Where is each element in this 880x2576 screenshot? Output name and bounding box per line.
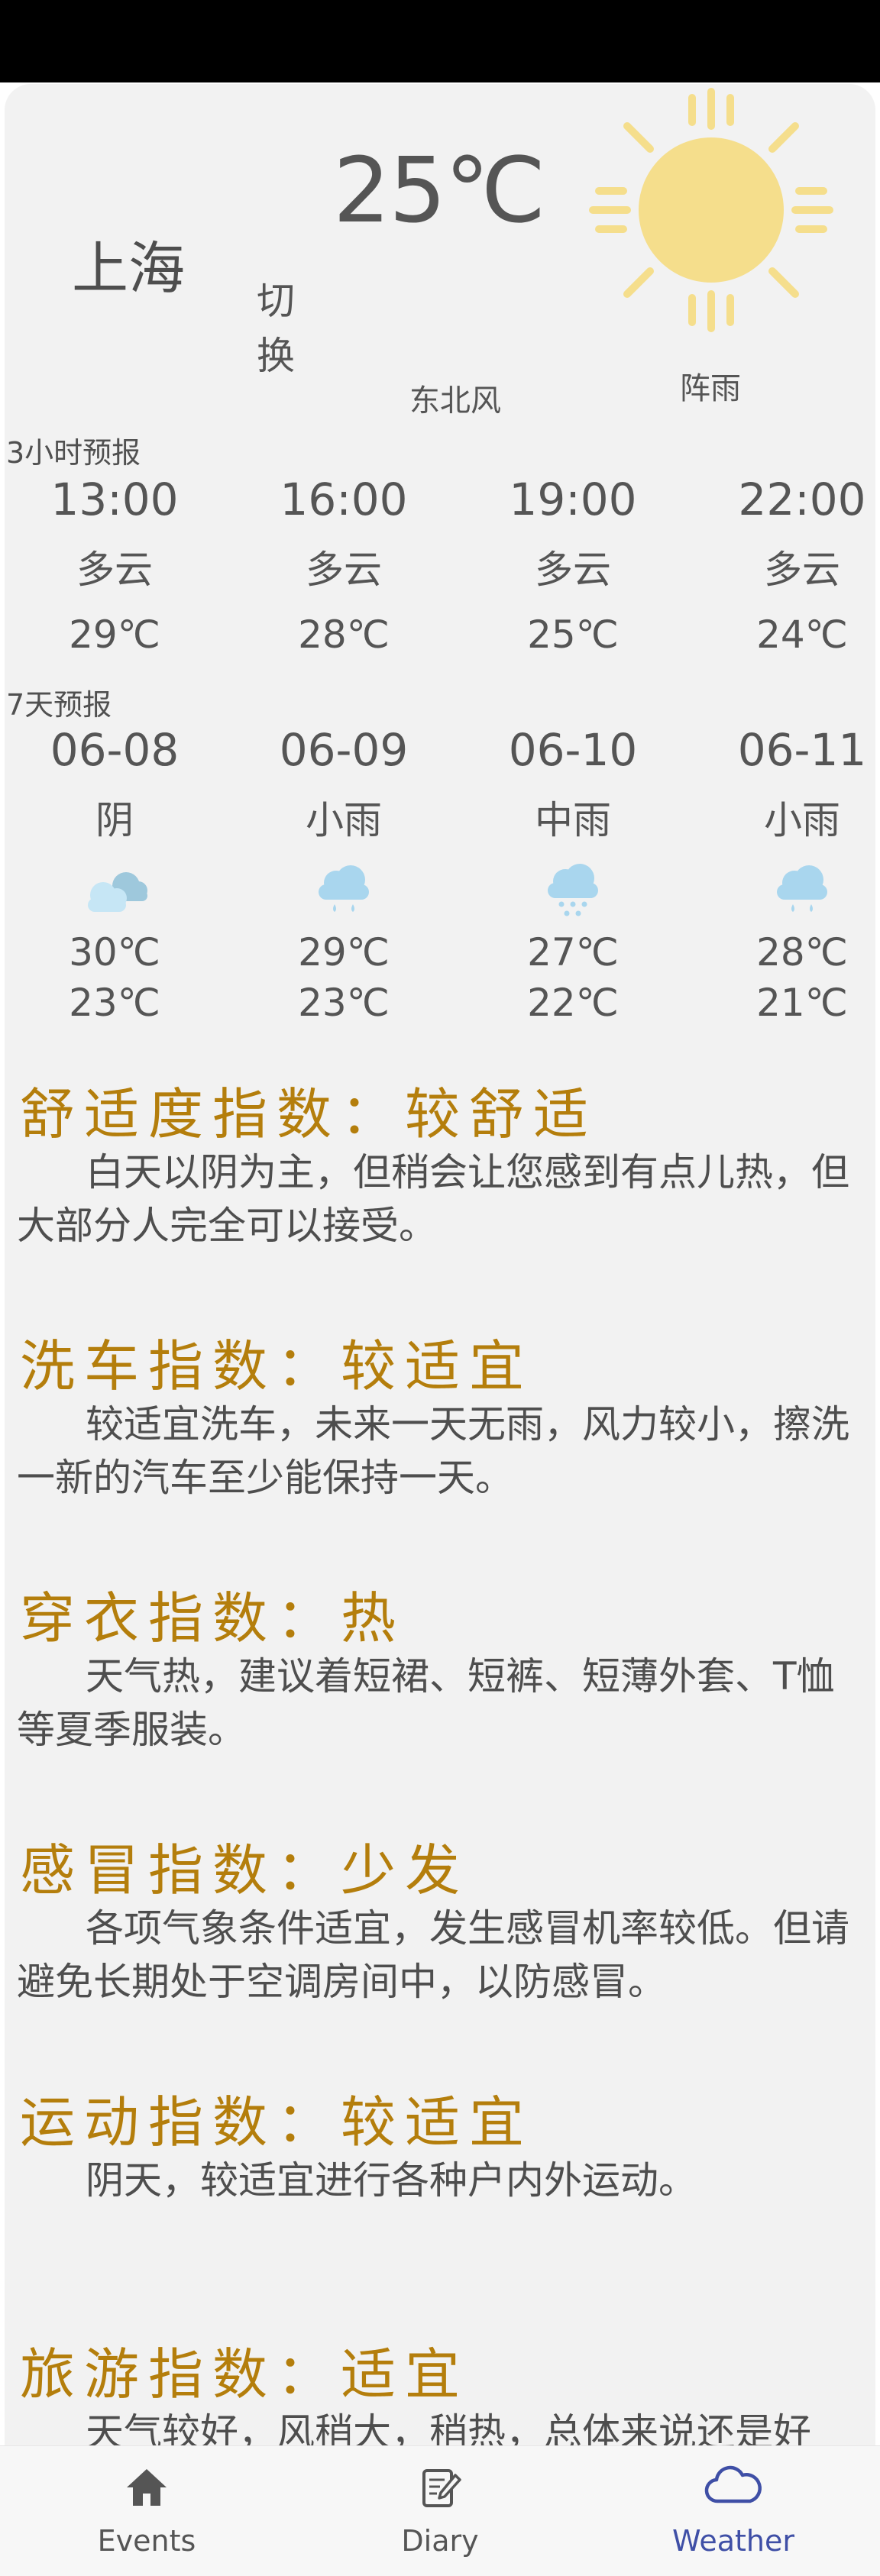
nav-item-events[interactable]: Events: [0, 2446, 293, 2576]
hourly-temp: 25℃: [527, 612, 619, 657]
daily-low: 23℃: [69, 981, 160, 1025]
daily-forecast-label: 7天预报: [6, 688, 112, 722]
nav-label-events: Events: [97, 2524, 196, 2558]
bottom-navigation: Events Diary Weather: [0, 2445, 880, 2576]
daily-date: 06-11: [737, 724, 867, 776]
current-temperature: 25℃: [333, 137, 546, 243]
index-title-car-wash: 洗车指数：较适宜: [20, 1334, 534, 1398]
hourly-item: 22:00 多云 24℃: [707, 474, 875, 657]
daily-low: 21℃: [756, 981, 848, 1025]
hourly-desc: 多云: [306, 548, 382, 592]
index-title-comfort: 舒适度指数：较舒适: [20, 1082, 598, 1146]
hourly-time: 22:00: [738, 474, 866, 525]
light-rain-icon: [319, 865, 369, 912]
city-name: 上海: [72, 236, 185, 302]
index-title-dressing: 穿衣指数：热: [20, 1586, 406, 1650]
daily-high: 27℃: [527, 930, 619, 974]
wind-direction: 东北风: [409, 383, 501, 419]
daily-desc: 阴: [95, 798, 134, 842]
status-bar: [0, 0, 880, 82]
index-body-dressing: 天气热，建议着短裙、短裤、短薄外套、T恤等夏季服装。: [17, 1654, 835, 1752]
hourly-item: 16:00 多云 28℃: [248, 474, 439, 657]
daily-desc: 中雨: [535, 798, 611, 842]
hourly-temp: 28℃: [298, 612, 390, 657]
hourly-temp: 24℃: [756, 612, 848, 657]
daily-low: 22℃: [527, 981, 619, 1025]
hourly-time: 13:00: [50, 474, 179, 525]
index-body-comfort: 白天以阴为主，但稍会让您感到有点儿热，但大部分人完全可以接受。: [17, 1150, 849, 1248]
index-title-cold: 感冒指数：少发: [20, 1838, 470, 1902]
daily-item: 06-09 小雨 29℃ 23℃: [248, 724, 439, 1025]
nav-item-diary[interactable]: Diary: [293, 2446, 587, 2576]
cloud-icon: [704, 2465, 762, 2503]
switch-city-button[interactable]: 切换: [249, 273, 302, 383]
hourly-temp: 29℃: [69, 612, 160, 657]
moderate-rain-icon: [548, 864, 598, 916]
daily-date: 06-08: [50, 724, 180, 776]
daily-high: 28℃: [756, 930, 848, 974]
hourly-item: 19:00 多云 25℃: [477, 474, 668, 657]
daily-date: 06-10: [508, 724, 638, 776]
daily-item: 06-10 中雨 27℃ 22℃: [477, 724, 668, 1025]
daily-item: 06-08 阴 30℃ 23℃: [19, 724, 210, 1025]
current-condition: 阵雨: [680, 371, 741, 406]
weather-card: 上海 切换 25℃ 东北风 阵雨 3小时预报 13:00 多云 29℃ 16:0…: [5, 84, 875, 2575]
daily-date: 06-09: [279, 724, 409, 776]
index-title-travel: 旅游指数：适宜: [20, 2342, 470, 2406]
overcast-icon: [88, 872, 147, 912]
sun-icon: [589, 88, 833, 332]
daily-desc: 小雨: [306, 798, 382, 842]
daily-high: 29℃: [298, 930, 390, 974]
hourly-forecast-label: 3小时预报: [6, 436, 141, 470]
index-body-cold: 各项气象条件适宜，发生感冒机率较低。但请避免长期处于空调房间中，以防感冒。: [17, 1906, 849, 2004]
index-title-sport: 运动指数：较适宜: [20, 2090, 534, 2154]
diary-icon: [422, 2469, 461, 2507]
hourly-time: 16:00: [280, 474, 408, 525]
home-icon: [127, 2469, 167, 2506]
nav-label-weather: Weather: [672, 2524, 794, 2558]
daily-high: 30℃: [69, 930, 160, 974]
hourly-item: 13:00 多云 29℃: [19, 474, 210, 657]
daily-desc: 小雨: [764, 798, 840, 842]
nav-label-diary: Diary: [401, 2524, 479, 2558]
index-body-sport: 阴天，较适宜进行各种户内外运动。: [86, 2158, 697, 2203]
light-rain-icon: [777, 865, 827, 912]
nav-item-weather[interactable]: Weather: [587, 2446, 880, 2576]
daily-item: 06-11 小雨 28℃ 21℃: [707, 724, 875, 1025]
hourly-desc: 多云: [76, 548, 153, 592]
hourly-time: 19:00: [509, 474, 637, 525]
hourly-desc: 多云: [535, 548, 611, 592]
index-body-car-wash: 较适宜洗车，未来一天无雨，风力较小，擦洗一新的汽车至少能保持一天。: [17, 1402, 849, 1500]
hourly-desc: 多云: [764, 548, 840, 592]
daily-low: 23℃: [298, 981, 390, 1025]
